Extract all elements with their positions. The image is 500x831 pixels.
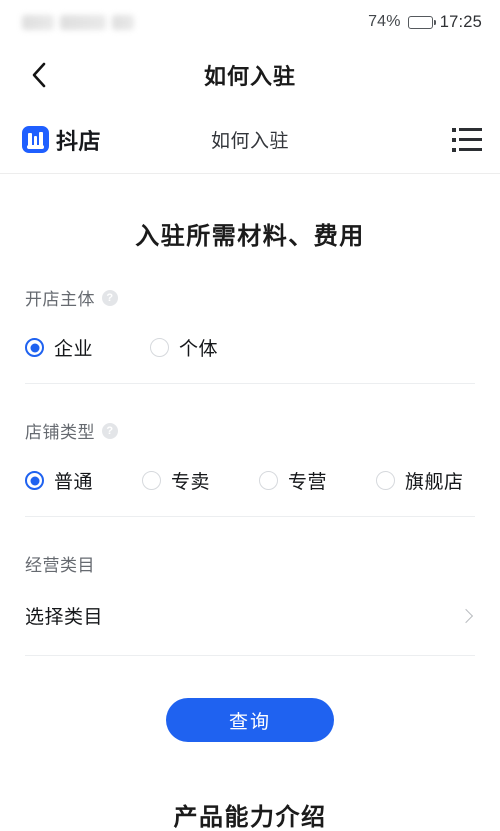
radio-indicator-selected[interactable] <box>25 338 44 357</box>
radio-option-ordinary[interactable]: 普通 <box>25 467 142 494</box>
app-header: 抖店 如何入驻 <box>0 106 500 174</box>
radio-indicator[interactable] <box>150 338 169 357</box>
page-title: 如何入驻 <box>203 64 296 89</box>
battery-percent-label: 74% <box>368 13 401 30</box>
radio-option-flagship[interactable]: 旗舰店 <box>376 467 464 494</box>
category-select-row[interactable]: 选择类目 <box>25 576 475 655</box>
brand-name-label: 抖店 <box>56 128 102 154</box>
submit-button-wrap: 查询 <box>25 656 475 742</box>
list-menu-icon[interactable] <box>452 127 482 152</box>
radio-label: 普通 <box>54 472 94 493</box>
radio-option-individual[interactable]: 个体 <box>150 334 218 361</box>
radio-label: 专营 <box>288 472 328 493</box>
section-title-product-capability: 产品能力介绍 <box>173 804 327 831</box>
question-mark-icon[interactable]: ? <box>102 422 118 439</box>
phone-screen: 74% 17:25 如何入驻 抖店 如何入驻 入驻所需材料、费用 开店主体 ? … <box>0 0 500 831</box>
radio-group-store-subject: 企业 个体 <box>25 310 475 383</box>
clock-label: 17:25 <box>439 12 482 31</box>
doudian-logo-icon <box>22 126 49 153</box>
field-label-text: 开店主体 <box>25 290 95 309</box>
radio-label: 个体 <box>179 339 219 360</box>
main-content: 入驻所需材料、费用 开店主体 ? 企业 个体 店铺类型 ? 普通 专卖 专营 旗… <box>0 174 500 831</box>
field-label-text: 经营类目 <box>25 556 95 575</box>
radio-indicator[interactable] <box>376 471 395 490</box>
back-button[interactable] <box>22 58 56 92</box>
status-bar-indicators: 74% 17:25 <box>368 13 482 32</box>
radio-indicator[interactable] <box>259 471 278 490</box>
radio-option-exclusive-shop[interactable]: 专卖 <box>142 467 259 494</box>
redacted-block <box>60 14 106 30</box>
radio-label: 专卖 <box>171 472 211 493</box>
radio-label: 企业 <box>54 339 94 360</box>
chevron-right-icon <box>458 608 474 623</box>
radio-label: 旗舰店 <box>405 472 464 493</box>
category-select-label: 选择类目 <box>25 607 104 628</box>
field-store-subject: 开店主体 ? 企业 个体 <box>25 251 475 383</box>
field-label-text: 店铺类型 <box>25 423 95 442</box>
entry-form: 开店主体 ? 企业 个体 店铺类型 ? 普通 专卖 专营 旗舰店 经营类目 选择… <box>0 251 500 742</box>
radio-option-specialty[interactable]: 专营 <box>259 467 376 494</box>
brand-logo[interactable]: 抖店 <box>22 124 101 156</box>
field-store-type: 店铺类型 ? 普通 专卖 专营 旗舰店 <box>25 384 475 516</box>
question-mark-icon[interactable]: ? <box>102 289 118 306</box>
query-button[interactable]: 查询 <box>166 698 334 742</box>
radio-indicator[interactable] <box>142 471 161 490</box>
battery-icon <box>407 15 436 29</box>
field-label-row: 经营类目 <box>25 551 475 576</box>
field-label-row: 开店主体 ? <box>25 285 475 310</box>
redacted-block <box>22 14 54 30</box>
radio-indicator-selected[interactable] <box>25 471 44 490</box>
radio-group-store-type: 普通 专卖 专营 旗舰店 <box>25 443 475 516</box>
field-business-category: 经营类目 选择类目 <box>25 517 475 655</box>
navigation-bar: 如何入驻 <box>0 44 500 106</box>
redacted-block <box>112 14 134 30</box>
chevron-left-icon <box>32 62 46 88</box>
status-bar-carrier-redacted <box>22 14 134 30</box>
field-label-row: 店铺类型 ? <box>25 418 475 443</box>
status-bar: 74% 17:25 <box>0 0 500 44</box>
radio-option-enterprise[interactable]: 企业 <box>25 334 150 361</box>
section-title-requirements: 入驻所需材料、费用 <box>135 223 365 250</box>
